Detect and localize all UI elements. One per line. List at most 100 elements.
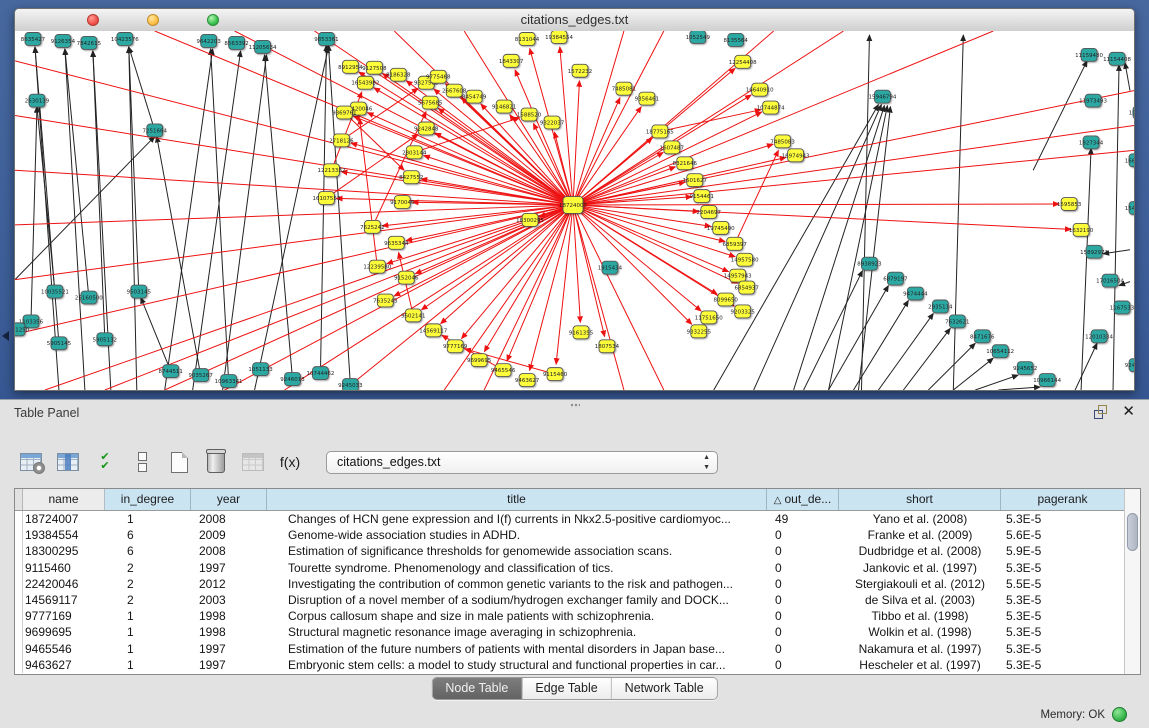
graph-edge[interactable] [573,205,692,324]
graph-node[interactable]: 5675685 [418,96,442,109]
column-header-in-degree[interactable]: in_degree [105,489,191,510]
graph-node[interactable]: 12213382 [317,164,345,177]
graph-node[interactable]: 6879197 [883,272,908,285]
tab-network-table[interactable]: Network Table [611,678,717,699]
graph-edge[interactable] [660,110,761,132]
graph-node[interactable]: 8635427 [21,32,46,45]
graph-node[interactable]: 19384554 [545,31,573,43]
table-row[interactable]: 911546021997Tourette syndrome. Phenomeno… [15,560,1140,576]
graph-edge[interactable] [320,45,326,373]
graph-edge[interactable] [854,300,909,390]
graph-node[interactable]: 9126354 [51,34,76,47]
graph-node[interactable]: 6854937 [734,281,759,294]
tab-node-table[interactable]: Node Table [432,678,521,699]
graph-edge[interactable] [484,205,573,390]
graph-node[interactable]: 9245033 [338,379,363,390]
function-builder-icon[interactable]: f(x) [277,449,303,475]
graph-edge[interactable] [573,205,580,322]
graph-edge[interactable] [829,106,888,390]
graph-node[interactable]: 10744462 [307,367,335,380]
graph-edge[interactable] [953,35,963,390]
graph-node[interactable]: 2630139 [25,94,50,107]
show-columns-icon[interactable] [55,449,81,475]
graph-edge[interactable] [394,205,573,296]
graph-node[interactable]: 8563392 [224,36,248,49]
graph-edge[interactable] [285,205,573,390]
graph-node[interactable]: 2935114 [928,300,953,313]
graph-node[interactable]: 5905132 [93,333,117,346]
match-rows-icon[interactable] [129,449,155,475]
graph-node[interactable]: 9115460 [543,368,568,381]
graph-edge[interactable] [928,343,975,390]
column-header-title[interactable]: title [267,489,767,510]
graph-node[interactable]: 16640910 [746,83,774,96]
graph-node[interactable]: 7485083 [770,135,795,148]
graph-node[interactable]: 9161355 [569,326,593,339]
graph-node[interactable]: 9246052 [1125,359,1134,372]
row-selection-icon[interactable]: ✔✔ [92,449,118,475]
network-window-titlebar[interactable]: citations_edges.txt [15,9,1134,32]
graph-edge[interactable] [858,107,890,390]
network-graph[interactable]: 1872400789129549127508165439828186328932… [15,31,1134,390]
column-header-short[interactable]: short [839,489,1001,510]
graph-node[interactable]: 9146821 [492,100,516,113]
graph-node[interactable]: 1047216 [1129,106,1134,119]
graph-node[interactable]: 12010334 [1085,330,1113,343]
graph-node[interactable]: 9777169 [443,340,468,353]
graph-node[interactable]: 8912954 [338,60,363,73]
graph-edge[interactable] [45,205,573,390]
graph-node[interactable]: 11973493 [1079,94,1107,107]
graph-node[interactable]: 1588520 [517,108,542,121]
graph-node[interactable]: 5905145 [47,337,71,350]
graph-node[interactable]: 18724007 [559,197,587,214]
graph-edge[interactable] [794,106,885,390]
float-window-icon[interactable] [1094,405,1108,419]
graph-edge[interactable] [878,313,933,390]
table-mode-icon[interactable] [18,449,44,475]
graph-node[interactable]: 9322037 [540,116,565,129]
graph-node[interactable]: 9356461 [635,92,659,105]
close-panel-icon[interactable]: ✕ [1122,405,1135,419]
graph-node[interactable]: 15946794 [869,90,897,103]
graph-edge[interactable] [141,298,171,372]
network-canvas[interactable]: 1872400789129549127508165439828186328932… [15,31,1134,390]
table-row[interactable]: 1456911722003Disruption of a novel membe… [15,592,1140,608]
graph-edge[interactable] [1033,61,1087,170]
graph-node[interactable]: 18775165 [646,125,674,138]
splitter-grip[interactable] [570,403,580,408]
graph-edge[interactable] [223,55,267,390]
graph-node[interactable]: 8744511 [159,365,183,378]
graph-edge[interactable] [225,205,573,390]
graph-node[interactable]: 1843307 [499,54,524,67]
graph-node[interactable]: 7632621 [945,315,969,328]
graph-edge[interactable] [953,358,993,390]
graph-node[interactable]: 9332255 [687,325,711,338]
graph-node[interactable]: 9642203 [196,34,221,47]
graph-node[interactable]: 9503145 [127,285,151,298]
graph-node[interactable]: 9152046 [394,271,419,284]
table-row[interactable]: 1872400712008Changes of HCN gene express… [15,511,1140,527]
create-column-icon[interactable] [166,449,192,475]
graph-node[interactable]: 8938923 [857,257,882,270]
graph-edge[interactable] [573,205,1071,229]
graph-edge[interactable] [998,387,1040,390]
graph-node[interactable]: 16107553 [312,192,340,205]
graph-node[interactable]: 9502141 [401,309,425,322]
graph-node[interactable]: 1167533 [1110,301,1134,314]
graph-node[interactable]: 9170046 [390,196,415,209]
graph-node[interactable]: 9474444 [903,287,928,300]
table-row[interactable]: 946554611997Estimation of the future num… [15,641,1140,657]
graph-node[interactable]: 16974943 [782,149,810,162]
table-row[interactable]: 1830029562008Estimation of significance … [15,543,1140,559]
graph-node[interactable]: 7251664 [143,124,168,137]
graph-node[interactable]: 2803144 [402,146,427,159]
column-header-pagerank[interactable]: pagerank [1001,489,1125,510]
graph-node[interactable]: 9127508 [362,61,387,74]
graph-edge[interactable] [573,205,701,311]
graph-node[interactable]: 9853361 [314,32,338,45]
column-header-name[interactable]: name [23,489,105,510]
graph-node[interactable]: 10035521 [41,285,69,298]
graph-edge[interactable] [573,205,624,390]
graph-node[interactable]: 1051133 [248,363,273,376]
graph-node[interactable]: 7485081 [612,82,636,95]
